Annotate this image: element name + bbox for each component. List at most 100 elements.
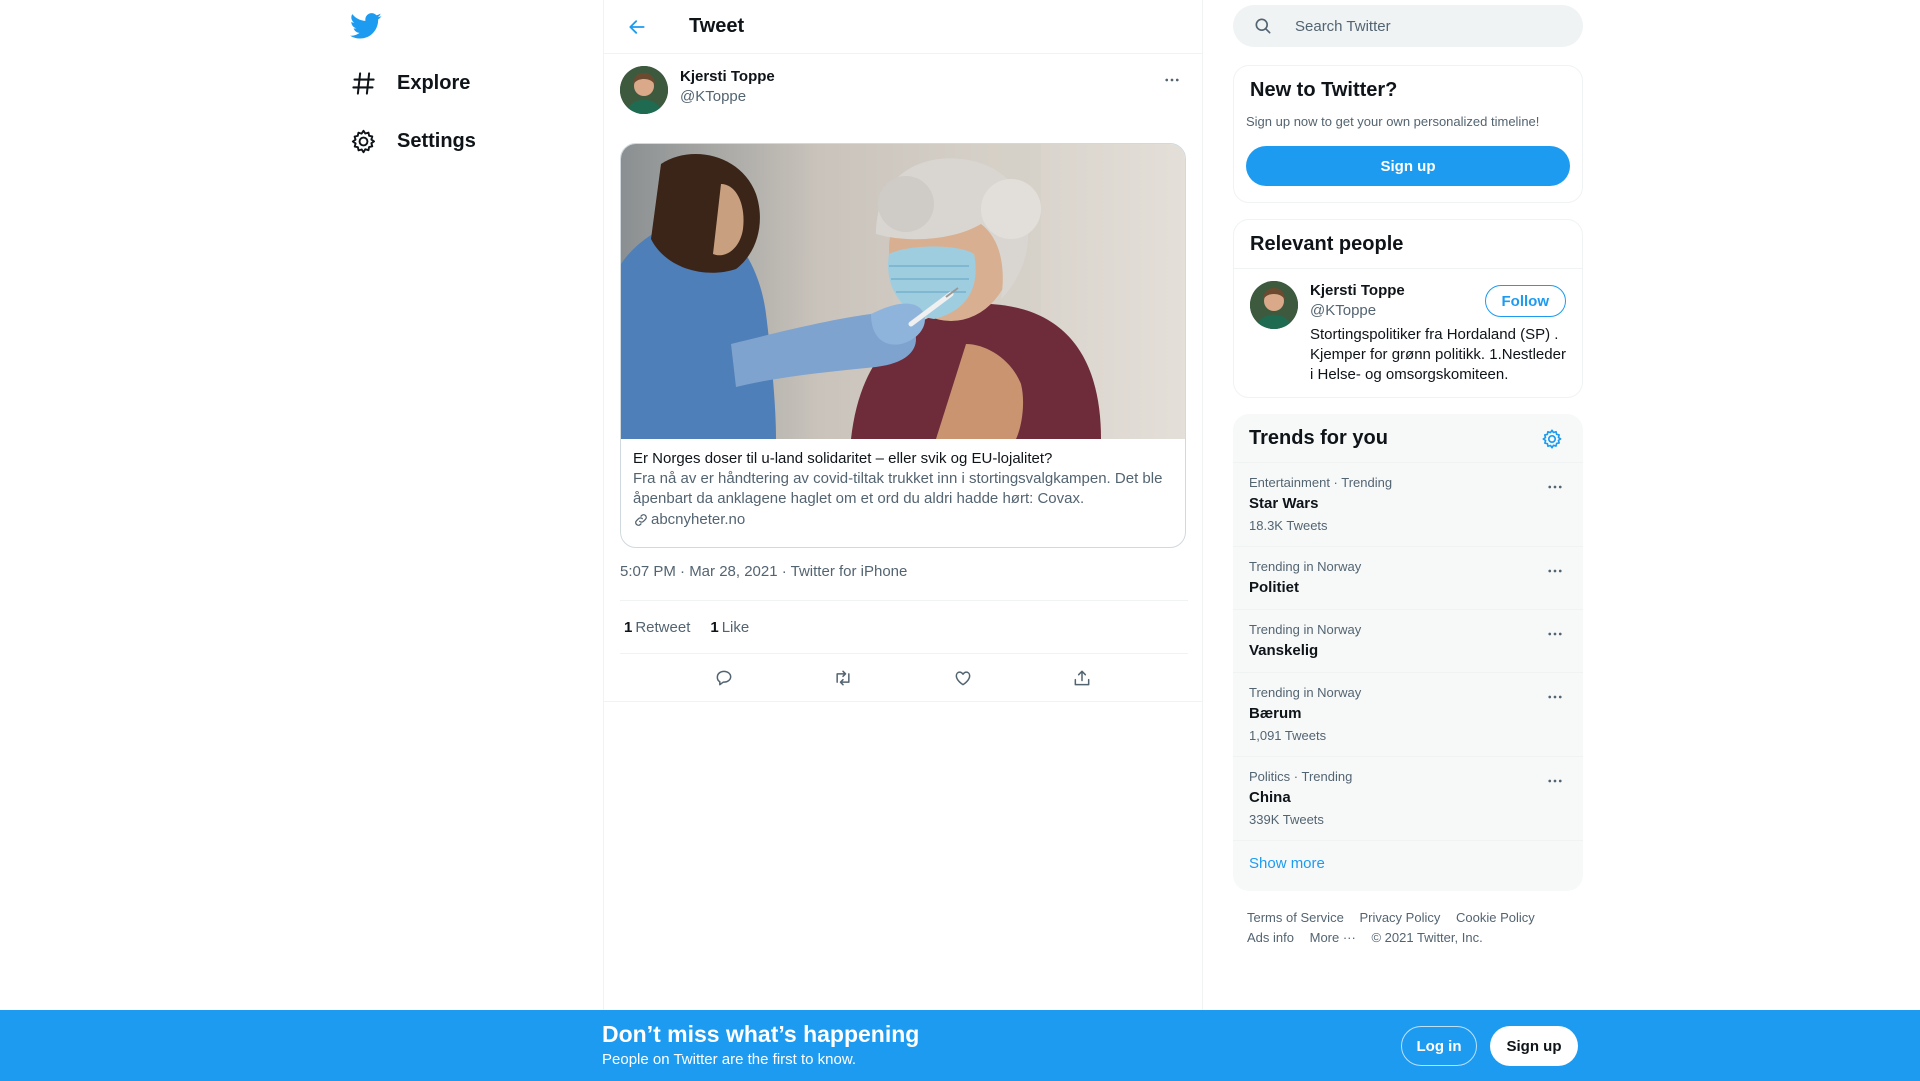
gear-icon <box>350 128 377 155</box>
tweet-timestamp[interactable]: 5:07 PM · Mar 28, 2021 · Twitter for iPh… <box>620 563 907 580</box>
like-button[interactable] <box>946 661 980 695</box>
link-icon <box>633 512 649 528</box>
trend-item[interactable]: Trending in Norway Politiet <box>1233 547 1583 610</box>
main-column: Tweet Kjersti Toppe @KToppe Er Norges do… <box>603 0 1203 1010</box>
retweets-stat[interactable]: 1 Retweet <box>624 619 690 636</box>
left-navigation: Explore Settings <box>337 0 604 1010</box>
trends-box: Trends for you Entertainment · Trending … <box>1233 414 1583 891</box>
nav-item-settings[interactable]: Settings <box>350 116 476 166</box>
trend-name: China <box>1249 789 1291 806</box>
trend-name: Vanskelig <box>1249 642 1319 659</box>
follow-button[interactable]: Follow <box>1484 285 1566 317</box>
link-card[interactable]: Er Norges doser til u-land solidaritet –… <box>620 143 1186 548</box>
trend-more-button[interactable] <box>1543 475 1567 499</box>
tweet-stats: 1 Retweet 1 Like <box>620 600 1188 654</box>
trend-more-button[interactable] <box>1543 622 1567 646</box>
trend-meta: Trending in Norway <box>1249 685 1362 700</box>
person-handle[interactable]: @KToppe <box>1310 302 1376 319</box>
new-to-twitter-title: New to Twitter? <box>1250 79 1398 101</box>
log-in-button[interactable]: Log in <box>1401 1026 1477 1066</box>
retweets-label: Retweet <box>635 618 691 636</box>
copyright: © 2021 Twitter, Inc. <box>1371 930 1483 945</box>
trend-count: 18.3K Tweets <box>1249 518 1328 533</box>
sign-up-button[interactable]: Sign up <box>1246 146 1570 186</box>
cookie-link[interactable]: Cookie Policy <box>1456 910 1535 925</box>
reply-button[interactable] <box>707 661 741 695</box>
trend-meta: Entertainment · Trending <box>1249 475 1393 490</box>
retweet-icon <box>836 670 850 686</box>
trend-more-button[interactable] <box>1543 769 1567 793</box>
signup-banner: Don’t miss what’s happening People on Tw… <box>0 1010 1920 1081</box>
trend-name: Star Wars <box>1249 495 1319 512</box>
trend-count: 1,091 Tweets <box>1249 728 1327 743</box>
twitter-bird-icon[interactable] <box>350 10 382 42</box>
back-button[interactable] <box>620 10 654 44</box>
tweet-more-button[interactable] <box>1156 64 1188 96</box>
trend-name: Politiet <box>1249 579 1300 596</box>
retweet-button[interactable] <box>826 661 860 695</box>
banner-title: Don’t miss what’s happening <box>602 1021 920 1047</box>
trend-item[interactable]: Trending in Norway Bærum 1,091 Tweets <box>1233 673 1583 757</box>
trend-name: Bærum <box>1249 705 1302 722</box>
trends-header: Trends for you <box>1233 414 1583 463</box>
likes-count: 1 <box>710 618 719 636</box>
share-icon <box>1074 670 1090 686</box>
avatar[interactable] <box>1250 281 1298 329</box>
author-name[interactable]: Kjersti Toppe <box>680 68 775 85</box>
more-dots-icon <box>1165 78 1179 82</box>
trend-meta: Trending in Norway <box>1249 622 1362 637</box>
more-dots-icon <box>1548 632 1562 636</box>
person-row[interactable]: Kjersti Toppe @KToppe Follow Stortingspo… <box>1234 269 1582 397</box>
footer-links: Terms of Service Privacy Policy Cookie P… <box>1247 908 1577 948</box>
more-dots-icon <box>1548 779 1562 783</box>
banner-subtitle: People on Twitter are the first to know. <box>602 1051 857 1068</box>
like-icon <box>955 671 971 686</box>
retweets-count: 1 <box>624 618 633 636</box>
card-body: Er Norges doser til u-land solidaritet –… <box>621 439 1185 541</box>
tweet-actions <box>604 655 1202 702</box>
more-dots-icon <box>1548 485 1562 489</box>
gear-icon[interactable] <box>1541 428 1563 450</box>
card-image <box>621 144 1185 439</box>
trend-item[interactable]: Trending in Norway Vanskelig <box>1233 610 1583 673</box>
hashtag-icon <box>350 70 377 97</box>
new-to-twitter-subtitle: Sign up now to get your own personalized… <box>1246 114 1540 129</box>
trend-more-button[interactable] <box>1543 559 1567 583</box>
trend-item[interactable]: Politics · Trending China 339K Tweets <box>1233 757 1583 841</box>
person-name[interactable]: Kjersti Toppe <box>1310 282 1405 299</box>
tweet-author: Kjersti Toppe @KToppe <box>604 54 1202 142</box>
trend-item[interactable]: Entertainment · Trending Star Wars 18.3K… <box>1233 463 1583 547</box>
ads-info-link[interactable]: Ads info <box>1247 930 1294 945</box>
search-box[interactable] <box>1233 5 1583 47</box>
privacy-link[interactable]: Privacy Policy <box>1359 910 1440 925</box>
relevant-people-title: Relevant people <box>1250 233 1404 255</box>
arrow-left-icon <box>629 19 645 34</box>
share-button[interactable] <box>1065 661 1099 695</box>
more-link[interactable]: More ··· <box>1310 930 1356 945</box>
nav-explore-label: Explore <box>397 71 471 94</box>
card-domain: abcnyheter.no <box>633 509 1173 531</box>
more-dots-icon <box>1548 695 1562 699</box>
person-bio: Stortingspolitiker fra Hordaland (SP) . … <box>1310 326 1566 383</box>
trend-meta: Trending in Norway <box>1249 559 1362 574</box>
page-title: Tweet <box>689 15 745 37</box>
trend-meta: Politics · Trending <box>1249 769 1353 784</box>
likes-stat[interactable]: 1 Like <box>710 619 749 636</box>
banner-sign-up-button[interactable]: Sign up <box>1490 1026 1578 1066</box>
nav-item-explore[interactable]: Explore <box>350 58 470 108</box>
more-dots-icon <box>1548 569 1562 573</box>
terms-link[interactable]: Terms of Service <box>1247 910 1344 925</box>
card-title: Er Norges doser til u-land solidaritet –… <box>633 450 1053 467</box>
new-to-twitter-box: New to Twitter? Sign up now to get your … <box>1233 65 1583 203</box>
reply-icon <box>716 670 732 686</box>
search-input[interactable] <box>1295 17 1555 35</box>
relevant-people-header: Relevant people <box>1234 220 1582 269</box>
trend-more-button[interactable] <box>1543 685 1567 709</box>
show-more-link[interactable]: Show more <box>1249 855 1325 872</box>
main-header: Tweet <box>604 0 1202 54</box>
avatar[interactable] <box>620 66 668 114</box>
likes-label: Like <box>721 618 750 636</box>
trends-title: Trends for you <box>1249 427 1388 449</box>
nav-settings-label: Settings <box>397 129 476 152</box>
author-handle[interactable]: @KToppe <box>680 88 746 105</box>
